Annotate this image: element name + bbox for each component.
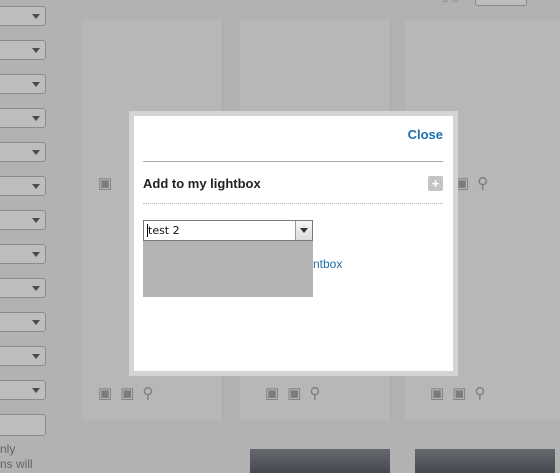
text-caret xyxy=(147,224,148,237)
close-button[interactable]: Close xyxy=(408,127,443,142)
lightbox-select-value: test 2 xyxy=(148,224,180,237)
create-lightbox-link[interactable]: ntbox xyxy=(313,257,342,271)
plus-icon[interactable]: + xyxy=(428,176,443,191)
lightbox-select[interactable]: test 2 xyxy=(143,220,313,241)
dialog-title: Add to my lightbox xyxy=(143,176,261,191)
dropdown-button[interactable] xyxy=(295,221,312,240)
chevron-down-icon xyxy=(300,228,308,233)
divider xyxy=(143,203,443,204)
add-to-lightbox-dialog: Close Add to my lightbox + test 2 ntbox xyxy=(134,116,453,371)
lightbox-dropdown-list[interactable] xyxy=(143,241,313,297)
divider xyxy=(143,161,443,162)
